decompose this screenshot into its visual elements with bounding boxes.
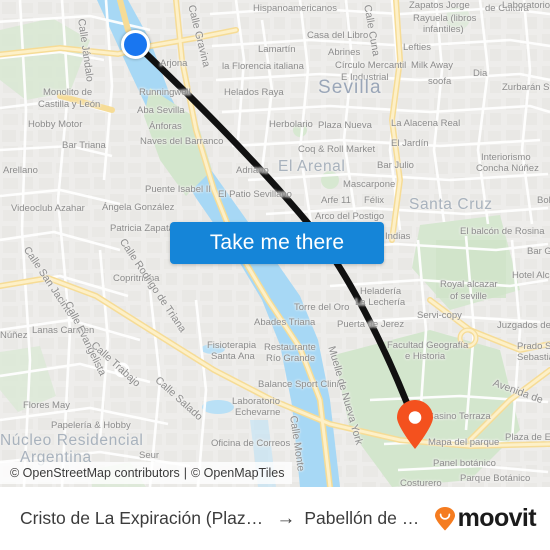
attribution-separator: |	[183, 466, 187, 480]
origin-stop-label: Cristo de La Expiración (Plaza d…	[20, 508, 268, 528]
destination-marker[interactable]	[396, 400, 434, 450]
moovit-map-screen: Hispanoamericanos Zapatos Jorge de Cultura…	[0, 0, 550, 550]
map-attribution: © OpenStreetMap contributors | © OpenMap…	[0, 462, 293, 484]
trip-footer: Cristo de La Expiración (Plaza d… → Pabe…	[0, 487, 550, 550]
attribution-osm[interactable]: © OpenStreetMap contributors	[10, 466, 180, 480]
moovit-pin-icon	[434, 506, 456, 531]
moovit-wordmark: moovit	[457, 504, 537, 532]
destination-stop-label: Pabellón de Ur…	[304, 508, 428, 528]
map-canvas[interactable]: Hispanoamericanos Zapatos Jorge de Cultura…	[0, 0, 550, 487]
arrow-right-icon: →	[276, 508, 296, 529]
origin-marker[interactable]	[121, 30, 150, 59]
moovit-logo[interactable]: moovit	[434, 504, 537, 532]
take-me-there-button[interactable]: Take me there	[170, 222, 384, 264]
trip-summary: Cristo de La Expiración (Plaza d… → Pabe…	[20, 508, 428, 529]
attribution-tiles[interactable]: © OpenMapTiles	[191, 466, 285, 480]
